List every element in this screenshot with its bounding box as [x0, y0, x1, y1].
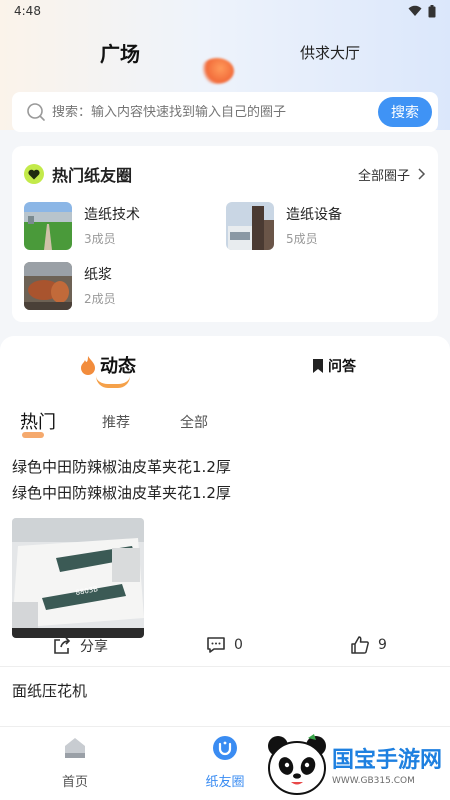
nav-label: 纸友圈 [205, 775, 245, 790]
circle-members: 2成员 [84, 292, 116, 306]
post-image[interactable]: 8803B [12, 518, 144, 638]
heart-icon [24, 164, 44, 184]
share-button[interactable]: 分享 [52, 636, 108, 656]
circle-name: 造纸技术 [84, 207, 140, 223]
paper-circle-icon [213, 736, 237, 760]
wifi-icon [408, 5, 422, 16]
pulp-thumb-icon [24, 262, 72, 310]
tab-supply-demand[interactable]: 供求大厅 [300, 42, 360, 63]
watermark-text: 国宝手游网 [332, 748, 443, 773]
search-button[interactable]: 搜索 [378, 97, 432, 127]
share-label: 分享 [80, 639, 108, 655]
hot-circles-title: 热门纸友圈 [52, 166, 133, 185]
feed-subtabs: 热门 推荐 全部 [0, 408, 450, 438]
search-bar: 搜索 [12, 92, 438, 132]
share-icon [54, 637, 71, 654]
paper-tech-thumb-icon [24, 202, 72, 250]
post-content[interactable]: 绿色中田防辣椒油皮革夹花1.2厚 绿色中田防辣椒油皮革夹花1.2厚 [12, 454, 432, 506]
post-line: 绿色中田防辣椒油皮革夹花1.2厚 [12, 484, 231, 502]
paper-equipment-thumb-icon [226, 202, 274, 250]
post-actions: 分享 0 9 [0, 636, 450, 660]
chevron-right-icon [418, 168, 426, 180]
tab-active-indicator [96, 376, 130, 388]
status-bar: 4:48 [0, 0, 450, 22]
status-time: 4:48 [14, 4, 41, 18]
tab-qa[interactable]: 问答 [312, 356, 356, 376]
subtab-recommended[interactable]: 推荐 [102, 412, 130, 432]
like-button[interactable]: 9 [350, 636, 387, 654]
circle-item[interactable]: 纸浆 2成员 [24, 262, 214, 312]
subtab-hot[interactable]: 热门 [20, 408, 56, 434]
header: 广场 供求大厅 [0, 30, 450, 84]
search-input[interactable] [52, 104, 378, 120]
circle-name: 造纸设备 [286, 207, 342, 223]
watermark: 国宝手游网 WWW.GB315.COM [262, 732, 450, 800]
circle-name: 纸浆 [84, 267, 112, 283]
feed-panel: 动态 问答 热门 推荐 全部 绿色中田防辣椒油皮革夹花1.2厚 绿色中田防辣椒油… [0, 336, 450, 726]
tab-qa-label: 问答 [328, 359, 356, 375]
thumbs-up-icon [351, 636, 369, 654]
nav-label: 首页 [61, 775, 88, 790]
search-icon [27, 103, 45, 121]
comment-count: 0 [234, 637, 243, 653]
post-divider [0, 666, 450, 667]
battery-icon [428, 4, 436, 17]
nav-item-home[interactable]: 首页 [25, 727, 125, 800]
like-count: 9 [378, 637, 387, 653]
bookmark-icon [313, 359, 323, 373]
title-decoration-icon [200, 58, 234, 84]
watermark-url: WWW.GB315.COM [332, 776, 415, 786]
flame-icon [81, 356, 95, 375]
post-line: 绿色中田防辣椒油皮革夹花1.2厚 [12, 458, 231, 476]
tab-dynamic-label: 动态 [100, 356, 136, 377]
hot-circles-card: 热门纸友圈 全部圈子 造纸技术 3成员 造纸设备 5成员 纸浆 2成员 [12, 146, 438, 322]
nav-item-paper-circle[interactable]: 纸友圈 [175, 727, 275, 800]
view-all-circles-link[interactable]: 全部圈子 [358, 165, 426, 184]
circle-members: 3成员 [84, 232, 116, 246]
hot-circles-header: 热门纸友圈 全部圈子 [24, 162, 426, 186]
home-icon [65, 738, 85, 758]
circle-members: 5成员 [286, 232, 318, 246]
comment-icon [207, 637, 225, 653]
page-title[interactable]: 广场 [100, 38, 140, 67]
post-title[interactable]: 面纸压花机 [12, 680, 87, 701]
circle-item[interactable]: 造纸设备 5成员 [226, 202, 416, 252]
subtab-all[interactable]: 全部 [180, 412, 208, 432]
circle-item[interactable]: 造纸技术 3成员 [24, 202, 214, 252]
panda-logo-icon [268, 734, 326, 795]
comment-button[interactable]: 0 [206, 636, 243, 654]
view-all-label: 全部圈子 [357, 168, 410, 184]
